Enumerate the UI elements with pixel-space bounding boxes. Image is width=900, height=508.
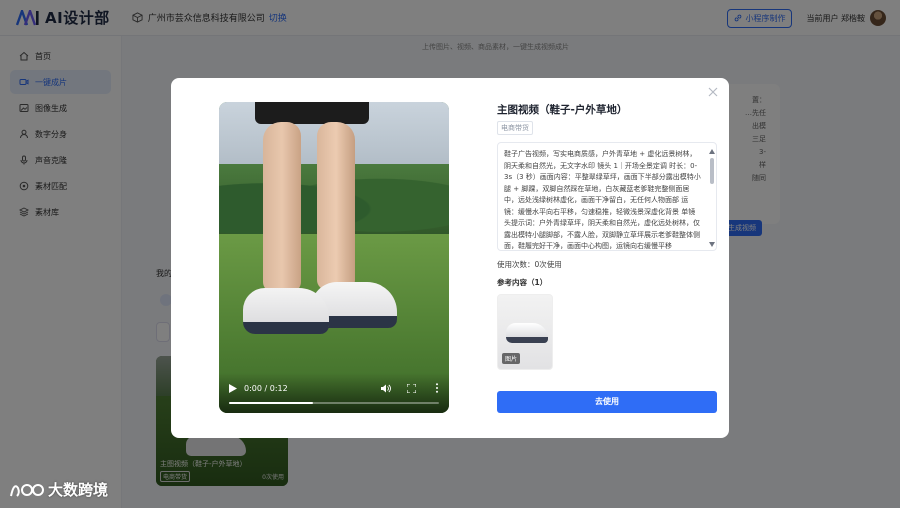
description-text: 鞋子广告视频，写实电商质感，户外青草地 + 虚化远景树林，阴天柔和自然光，无文字… xyxy=(504,150,701,250)
reference-thumbnail[interactable]: 图片 xyxy=(497,294,553,370)
video-progress-fill xyxy=(229,402,313,404)
watermark-text: 大数跨境 xyxy=(48,480,109,499)
sneaker-left xyxy=(243,288,329,334)
category-tag: 电商带货 xyxy=(497,121,533,135)
more-options-icon[interactable] xyxy=(435,383,439,393)
video-progress-bar[interactable] xyxy=(229,402,439,404)
fullscreen-icon[interactable] xyxy=(407,384,416,393)
close-icon[interactable] xyxy=(707,86,719,98)
scroll-thumb[interactable] xyxy=(710,158,714,184)
template-detail-modal: 0:00 / 0:12 主图视频（鞋子-户外草地） 电商带货 鞋子广告视频，写实… xyxy=(171,78,729,438)
video-controls xyxy=(219,373,449,413)
usage-count: 使用次数：0次使用 xyxy=(497,260,562,269)
use-template-button[interactable]: 去使用 xyxy=(497,391,717,413)
reference-shoe-image xyxy=(506,323,548,343)
play-icon[interactable] xyxy=(229,384,237,393)
volume-icon[interactable] xyxy=(381,384,391,393)
description-box[interactable]: 鞋子广告视频，写实电商质感，户外青草地 + 虚化远景树林，阴天柔和自然光，无文字… xyxy=(497,142,717,251)
video-time: 0:00 / 0:12 xyxy=(244,384,288,393)
reference-title: 参考内容（1） xyxy=(497,278,548,287)
video-player[interactable]: 0:00 / 0:12 xyxy=(219,102,449,413)
scroll-up-icon[interactable] xyxy=(709,149,715,154)
reference-type-label: 图片 xyxy=(502,353,521,364)
description-scrollbar[interactable] xyxy=(709,149,715,247)
watermark: 大数跨境 xyxy=(8,478,108,500)
scroll-down-icon[interactable] xyxy=(709,242,715,247)
watermark-logo-icon xyxy=(10,484,44,497)
modal-title: 主图视频（鞋子-户外草地） xyxy=(497,104,628,116)
